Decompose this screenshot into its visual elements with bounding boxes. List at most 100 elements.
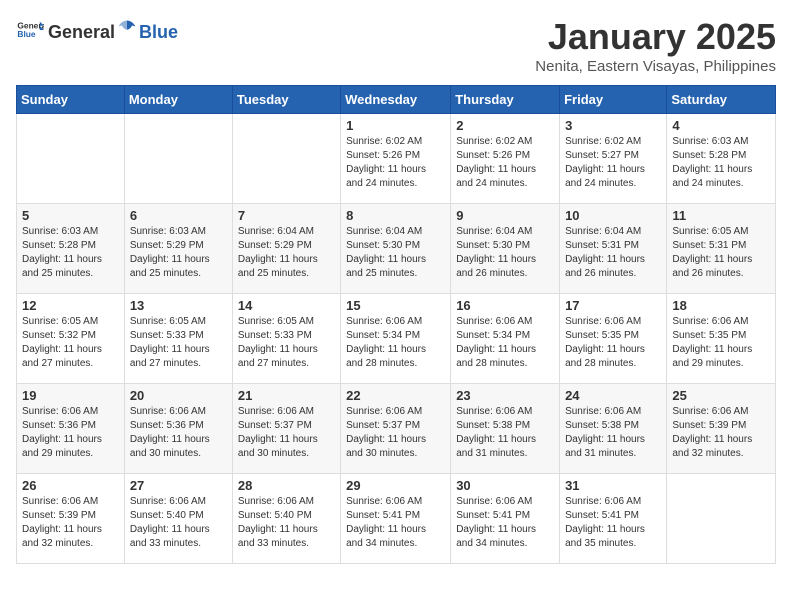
day-number: 17 (565, 298, 661, 313)
calendar-cell: 10 Sunrise: 6:04 AMSunset: 5:31 PMDayligh… (560, 204, 667, 294)
cell-content: Sunrise: 6:06 AMSunset: 5:35 PMDaylight:… (672, 315, 770, 371)
day-number: 23 (456, 388, 554, 403)
calendar-cell: 11 Sunrise: 6:05 AMSunset: 5:31 PMDayligh… (667, 204, 776, 294)
cell-content: Sunrise: 6:03 AMSunset: 5:29 PMDaylight:… (130, 225, 227, 281)
day-number: 1 (346, 118, 445, 133)
logo: General Blue General Blue (16, 16, 178, 44)
cell-content: Sunrise: 6:04 AMSunset: 5:30 PMDaylight:… (346, 225, 445, 281)
cell-content: Sunrise: 6:06 AMSunset: 5:36 PMDaylight:… (22, 405, 119, 461)
cell-content: Sunrise: 6:04 AMSunset: 5:30 PMDaylight:… (456, 225, 554, 281)
calendar-week-row: 1 Sunrise: 6:02 AMSunset: 5:26 PMDaylight… (17, 114, 776, 204)
cell-content: Sunrise: 6:04 AMSunset: 5:31 PMDaylight:… (565, 225, 661, 281)
day-number: 3 (565, 118, 661, 133)
calendar-week-row: 12 Sunrise: 6:05 AMSunset: 5:32 PMDayligh… (17, 294, 776, 384)
day-number: 16 (456, 298, 554, 313)
cell-content: Sunrise: 6:06 AMSunset: 5:34 PMDaylight:… (456, 315, 554, 371)
cell-content: Sunrise: 6:06 AMSunset: 5:35 PMDaylight:… (565, 315, 661, 371)
cell-content: Sunrise: 6:06 AMSunset: 5:40 PMDaylight:… (238, 495, 335, 551)
weekday-header-tuesday: Tuesday (232, 86, 340, 114)
day-number: 6 (130, 208, 227, 223)
cell-content: Sunrise: 6:06 AMSunset: 5:41 PMDaylight:… (456, 495, 554, 551)
day-number: 15 (346, 298, 445, 313)
cell-content: Sunrise: 6:05 AMSunset: 5:31 PMDaylight:… (672, 225, 770, 281)
cell-content: Sunrise: 6:06 AMSunset: 5:37 PMDaylight:… (346, 405, 445, 461)
calendar-cell: 6 Sunrise: 6:03 AMSunset: 5:29 PMDaylight… (124, 204, 232, 294)
day-number: 9 (456, 208, 554, 223)
cell-content: Sunrise: 6:02 AMSunset: 5:27 PMDaylight:… (565, 135, 661, 191)
cell-content: Sunrise: 6:06 AMSunset: 5:41 PMDaylight:… (565, 495, 661, 551)
cell-content: Sunrise: 6:06 AMSunset: 5:38 PMDaylight:… (565, 405, 661, 461)
day-number: 19 (22, 388, 119, 403)
calendar-cell: 26Sunrise: 6:06 AMSunset: 5:39 PMDayligh… (17, 474, 125, 564)
cell-content: Sunrise: 6:03 AMSunset: 5:28 PMDaylight:… (672, 135, 770, 191)
day-number: 30 (456, 478, 554, 493)
calendar-cell: 19 Sunrise: 6:06 AMSunset: 5:36 PMDayligh… (17, 384, 125, 474)
day-number: 20 (130, 388, 227, 403)
calendar-cell: 22 Sunrise: 6:06 AMSunset: 5:37 PMDayligh… (341, 384, 451, 474)
calendar-cell: 31 Sunrise: 6:06 AMSunset: 5:41 PMDayligh… (560, 474, 667, 564)
cell-content: Sunrise: 6:06 AMSunset: 5:40 PMDaylight:… (130, 495, 227, 551)
weekday-header-sunday: Sunday (17, 86, 125, 114)
day-number: 18 (672, 298, 770, 313)
calendar-cell: 25Sunrise: 6:06 AMSunset: 5:39 PMDayligh… (667, 384, 776, 474)
weekday-header-monday: Monday (124, 86, 232, 114)
calendar-cell (667, 474, 776, 564)
calendar-cell: 21Sunrise: 6:06 AMSunset: 5:37 PMDayligh… (232, 384, 340, 474)
calendar-cell: 12 Sunrise: 6:05 AMSunset: 5:32 PMDayligh… (17, 294, 125, 384)
calendar-cell: 9 Sunrise: 6:04 AMSunset: 5:30 PMDaylight… (451, 204, 560, 294)
calendar-cell (232, 114, 340, 204)
calendar-cell (124, 114, 232, 204)
calendar-cell: 13Sunrise: 6:05 AMSunset: 5:33 PMDayligh… (124, 294, 232, 384)
calendar-cell: 2Sunrise: 6:02 AMSunset: 5:26 PMDaylight… (451, 114, 560, 204)
day-number: 11 (672, 208, 770, 223)
weekday-header-thursday: Thursday (451, 86, 560, 114)
calendar-cell: 14Sunrise: 6:05 AMSunset: 5:33 PMDayligh… (232, 294, 340, 384)
location-title: Nenita, Eastern Visayas, Philippines (535, 58, 776, 75)
calendar-week-row: 19 Sunrise: 6:06 AMSunset: 5:36 PMDayligh… (17, 384, 776, 474)
cell-content: Sunrise: 6:05 AMSunset: 5:32 PMDaylight:… (22, 315, 119, 371)
cell-content: Sunrise: 6:02 AMSunset: 5:26 PMDaylight:… (346, 135, 445, 191)
cell-content: Sunrise: 6:06 AMSunset: 5:36 PMDaylight:… (130, 405, 227, 461)
cell-content: Sunrise: 6:06 AMSunset: 5:37 PMDaylight:… (238, 405, 335, 461)
logo-general: General (48, 22, 115, 43)
day-number: 22 (346, 388, 445, 403)
cell-content: Sunrise: 6:06 AMSunset: 5:41 PMDaylight:… (346, 495, 445, 551)
calendar-cell: 24Sunrise: 6:06 AMSunset: 5:38 PMDayligh… (560, 384, 667, 474)
cell-content: Sunrise: 6:02 AMSunset: 5:26 PMDaylight:… (456, 135, 554, 191)
cell-content: Sunrise: 6:05 AMSunset: 5:33 PMDaylight:… (130, 315, 227, 371)
weekday-header-row: SundayMondayTuesdayWednesdayThursdayFrid… (17, 86, 776, 114)
weekday-header-wednesday: Wednesday (341, 86, 451, 114)
calendar-cell: 8 Sunrise: 6:04 AMSunset: 5:30 PMDaylight… (341, 204, 451, 294)
calendar-cell: 3 Sunrise: 6:02 AMSunset: 5:27 PMDaylight… (560, 114, 667, 204)
logo-icon: General Blue (16, 16, 44, 44)
calendar-cell: 16 Sunrise: 6:06 AMSunset: 5:34 PMDayligh… (451, 294, 560, 384)
weekday-header-friday: Friday (560, 86, 667, 114)
day-number: 10 (565, 208, 661, 223)
svg-text:Blue: Blue (17, 29, 35, 39)
weekday-header-saturday: Saturday (667, 86, 776, 114)
day-number: 27 (130, 478, 227, 493)
day-number: 12 (22, 298, 119, 313)
calendar-cell: 29 Sunrise: 6:06 AMSunset: 5:41 PMDayligh… (341, 474, 451, 564)
calendar-cell (17, 114, 125, 204)
day-number: 29 (346, 478, 445, 493)
calendar-cell: 17 Sunrise: 6:06 AMSunset: 5:35 PMDayligh… (560, 294, 667, 384)
calendar-cell: 23 Sunrise: 6:06 AMSunset: 5:38 PMDayligh… (451, 384, 560, 474)
title-area: January 2025 Nenita, Eastern Visayas, Ph… (535, 16, 776, 75)
logo-blue: Blue (139, 22, 178, 43)
calendar-cell: 18 Sunrise: 6:06 AMSunset: 5:35 PMDayligh… (667, 294, 776, 384)
calendar-cell: 27 Sunrise: 6:06 AMSunset: 5:40 PMDayligh… (124, 474, 232, 564)
day-number: 31 (565, 478, 661, 493)
day-number: 8 (346, 208, 445, 223)
cell-content: Sunrise: 6:04 AMSunset: 5:29 PMDaylight:… (238, 225, 335, 281)
calendar-cell: 15Sunrise: 6:06 AMSunset: 5:34 PMDayligh… (341, 294, 451, 384)
calendar-cell: 30 Sunrise: 6:06 AMSunset: 5:41 PMDayligh… (451, 474, 560, 564)
cell-content: Sunrise: 6:06 AMSunset: 5:38 PMDaylight:… (456, 405, 554, 461)
calendar-cell: 20 Sunrise: 6:06 AMSunset: 5:36 PMDayligh… (124, 384, 232, 474)
month-title: January 2025 (535, 16, 776, 58)
calendar-week-row: 5Sunrise: 6:03 AMSunset: 5:28 PMDaylight… (17, 204, 776, 294)
calendar-cell: 5Sunrise: 6:03 AMSunset: 5:28 PMDaylight… (17, 204, 125, 294)
cell-content: Sunrise: 6:05 AMSunset: 5:33 PMDaylight:… (238, 315, 335, 371)
cell-content: Sunrise: 6:03 AMSunset: 5:28 PMDaylight:… (22, 225, 119, 281)
calendar-cell: 28Sunrise: 6:06 AMSunset: 5:40 PMDayligh… (232, 474, 340, 564)
